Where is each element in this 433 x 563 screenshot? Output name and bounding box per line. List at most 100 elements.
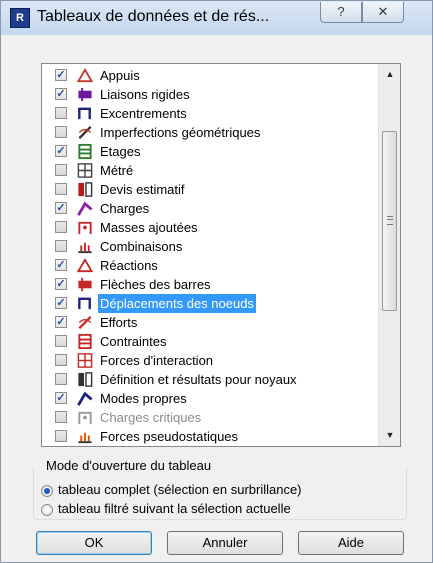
checkbox-checked[interactable]: ✓ xyxy=(55,316,67,328)
core-walls-icon xyxy=(76,371,94,388)
added-mass-icon xyxy=(76,219,94,236)
checkbox-unchecked[interactable] xyxy=(55,354,67,366)
interaction-forces-icon xyxy=(76,352,94,369)
radio-full-table-label[interactable]: tableau complet (sélection en surbrillan… xyxy=(58,482,302,497)
checkbox-unchecked[interactable] xyxy=(55,240,67,252)
checkbox-unchecked[interactable] xyxy=(55,183,67,195)
list-item-label: Métré xyxy=(100,163,134,178)
checkbox-unchecked[interactable] xyxy=(55,221,67,233)
radio-full-table[interactable] xyxy=(41,485,53,497)
list-item[interactable]: ✓ Réactions xyxy=(42,256,378,275)
list-item[interactable]: Excentrements xyxy=(42,104,378,123)
list-item[interactable]: ✓ Flèches des barres xyxy=(42,275,378,294)
radio-filtered-table[interactable] xyxy=(41,504,53,516)
radio-filtered-table-label[interactable]: tableau filtré suivant la sélection actu… xyxy=(58,501,291,516)
app-icon: R xyxy=(10,8,30,28)
list-item-label: Imperfections géométriques xyxy=(100,125,261,140)
list-item[interactable]: Devis estimatif xyxy=(42,180,378,199)
checkbox-checked[interactable]: ✓ xyxy=(55,88,67,100)
list-item-label: Réactions xyxy=(100,258,158,273)
list-item-label: Flèches des barres xyxy=(100,277,211,292)
dialog-window: R Tableaux de données et de rés... ? ✕ ✓… xyxy=(0,0,433,563)
list-item-label: Charges xyxy=(100,201,150,216)
list-item[interactable]: Masses ajoutées xyxy=(42,218,378,237)
scroll-thumb[interactable] xyxy=(382,131,397,311)
takeoff-icon xyxy=(76,162,94,179)
list-item[interactable]: Imperfections géométriques xyxy=(42,123,378,142)
checkbox-checked[interactable]: ✓ xyxy=(55,259,67,271)
title-bar[interactable]: R Tableaux de données et de rés... ? ✕ xyxy=(1,1,432,35)
list-item-label: Définition et résultats pour noyaux xyxy=(100,372,297,387)
list-item-label: Excentrements xyxy=(100,106,187,121)
list-item-label: Masses ajoutées xyxy=(100,220,198,235)
list-item-label: Déplacements des noeuds xyxy=(98,294,256,313)
list-item[interactable]: Charges critiques xyxy=(42,408,378,427)
checkbox-checked[interactable]: ✓ xyxy=(55,278,67,290)
list-item-label: Forces pseudostatiques xyxy=(100,429,239,444)
support-icon xyxy=(76,67,94,84)
combinations-icon xyxy=(76,238,94,255)
checkbox-unchecked[interactable] xyxy=(55,126,67,138)
checkbox-checked[interactable]: ✓ xyxy=(55,297,67,309)
list-item-label: Charges critiques xyxy=(100,410,202,425)
checkbox-checked[interactable]: ✓ xyxy=(55,202,67,214)
forces-icon xyxy=(76,314,94,331)
list-item[interactable]: ✓ Modes propres xyxy=(42,389,378,408)
vertical-scrollbar[interactable]: ▲ ▼ xyxy=(378,64,400,446)
ok-button[interactable]: OK xyxy=(36,531,152,555)
storeys-icon xyxy=(76,143,94,160)
cancel-button[interactable]: Annuler xyxy=(167,531,283,555)
list-item[interactable]: Définition et résultats pour noyaux xyxy=(42,370,378,389)
list-item[interactable]: ✓ Liaisons rigides xyxy=(42,85,378,104)
list-item-label: Devis estimatif xyxy=(100,182,185,197)
deflections-icon xyxy=(76,276,94,293)
pseudostatic-forces-icon xyxy=(76,428,94,445)
critical-loads-icon xyxy=(76,409,94,426)
close-button[interactable]: ✕ xyxy=(362,2,404,23)
scroll-up-arrow-icon[interactable]: ▲ xyxy=(380,66,400,83)
list-item-label: Etages xyxy=(100,144,141,159)
list-item[interactable]: ✓ Appuis xyxy=(42,66,378,85)
list-item[interactable]: Forces d'interaction xyxy=(42,351,378,370)
help-dialog-button[interactable]: Aide xyxy=(298,531,404,555)
reactions-icon xyxy=(76,257,94,274)
checkbox-checked[interactable]: ✓ xyxy=(55,392,67,404)
stresses-icon xyxy=(76,333,94,350)
eigenmodes-icon xyxy=(76,390,94,407)
checkbox-unchecked[interactable] xyxy=(55,164,67,176)
list-item[interactable]: ✓ Charges xyxy=(42,199,378,218)
list-item[interactable]: Combinaisons xyxy=(42,237,378,256)
list-item-label: Modes propres xyxy=(100,391,187,406)
checkbox-unchecked[interactable] xyxy=(55,411,67,423)
list-item[interactable]: Contraintes xyxy=(42,332,378,351)
rigid-link-icon xyxy=(76,86,94,103)
list-item-label: Combinaisons xyxy=(100,239,183,254)
list-item[interactable]: Métré xyxy=(42,161,378,180)
checkbox-checked[interactable]: ✓ xyxy=(55,69,67,81)
checkbox-unchecked[interactable] xyxy=(55,373,67,385)
grip-icon xyxy=(387,216,393,225)
list-item[interactable]: ✓ Etages xyxy=(42,142,378,161)
checkbox-unchecked[interactable] xyxy=(55,107,67,119)
list-item-label: Contraintes xyxy=(100,334,167,349)
scroll-down-arrow-icon[interactable]: ▼ xyxy=(380,427,400,444)
list-item[interactable]: ✓ Efforts xyxy=(42,313,378,332)
open-mode-title: Mode d'ouverture du tableau xyxy=(43,458,215,473)
list-item-label: Liaisons rigides xyxy=(100,87,190,102)
window-title: Tableaux de données et de rés... xyxy=(37,8,270,25)
list-item-label: Forces d'interaction xyxy=(100,353,214,368)
tables-listbox[interactable]: ✓ Appuis ✓ Liaisons rigides Excentrements Imp… xyxy=(41,63,401,447)
checkbox-unchecked[interactable] xyxy=(55,430,67,442)
checkbox-unchecked[interactable] xyxy=(55,335,67,347)
list-item[interactable]: ✓ Déplacements des noeuds xyxy=(42,294,378,313)
offset-icon xyxy=(76,105,94,122)
imperfection-icon xyxy=(76,124,94,141)
list-item-label: Efforts xyxy=(100,315,138,330)
list-item[interactable]: Forces pseudostatiques xyxy=(42,427,378,446)
help-button[interactable]: ? xyxy=(320,2,362,23)
checkbox-checked[interactable]: ✓ xyxy=(55,145,67,157)
loads-icon xyxy=(76,200,94,217)
estimate-icon xyxy=(76,181,94,198)
list-item-label: Appuis xyxy=(100,68,140,83)
displacements-icon xyxy=(76,295,94,312)
